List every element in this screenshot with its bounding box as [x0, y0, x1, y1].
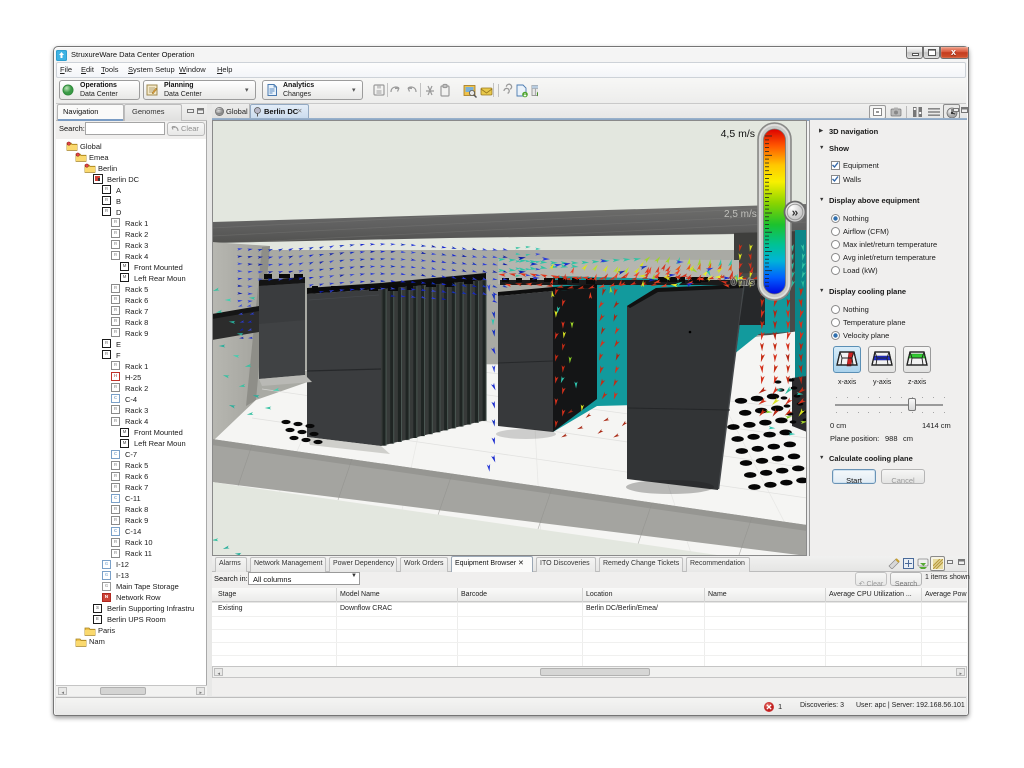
svg-text:0 m/s: 0 m/s [731, 277, 754, 288]
svg-text:»: » [792, 206, 799, 220]
svg-text:4,5 m/s: 4,5 m/s [721, 128, 755, 140]
svg-text:2,5 m/s: 2,5 m/s [724, 209, 757, 220]
